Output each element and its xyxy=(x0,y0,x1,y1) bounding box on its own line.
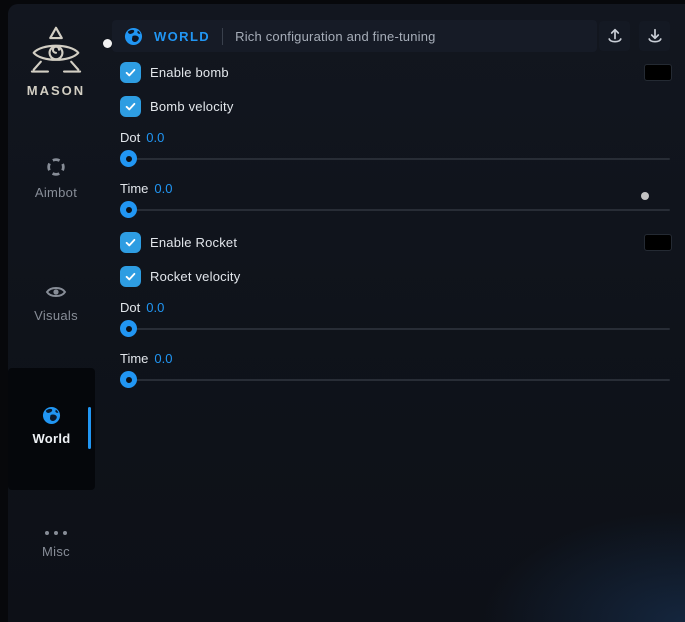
sidebar-item-visuals[interactable]: Visuals xyxy=(8,283,104,323)
setting-slider-rocket-dot: Dot 0.0 xyxy=(120,299,672,337)
eye-icon xyxy=(45,283,67,301)
logo-text: MASON xyxy=(27,83,85,98)
crosshair-icon xyxy=(45,156,67,178)
sidebar-item-world-content: World xyxy=(8,406,95,446)
globe-icon xyxy=(124,27,143,46)
setting-slider-rocket-time: Time 0.0 xyxy=(120,350,672,388)
ellipsis-icon xyxy=(45,529,67,537)
checkbox-label: Rocket velocity xyxy=(150,269,240,284)
slider-handle[interactable] xyxy=(120,150,137,167)
slider-value: 0.0 xyxy=(146,130,164,145)
app-window: MASON Aimbot Visuals xyxy=(0,0,685,622)
menu-window: MASON Aimbot Visuals xyxy=(8,4,685,622)
slider-track[interactable] xyxy=(120,371,670,388)
globe-icon xyxy=(42,406,61,425)
slider-handle[interactable] xyxy=(120,371,137,388)
setting-row-enable-bomb: Enable bomb xyxy=(120,61,672,83)
sidebar-item-label: World xyxy=(32,431,70,446)
cursor-dot-gray xyxy=(641,192,649,200)
app-logo: MASON xyxy=(8,26,104,98)
bomb-color-swatch[interactable] xyxy=(644,64,672,81)
slider-handle[interactable] xyxy=(120,320,137,337)
slider-label: Time xyxy=(120,181,148,196)
masonic-eye-pyramid-icon xyxy=(27,26,85,76)
active-tab-indicator xyxy=(88,407,91,449)
download-icon xyxy=(646,27,664,45)
check-icon xyxy=(124,270,137,283)
slider-label: Time xyxy=(120,351,148,366)
rocket-velocity-checkbox[interactable] xyxy=(120,266,141,287)
upload-config-button[interactable] xyxy=(599,21,630,51)
setting-row-enable-rocket: Enable Rocket xyxy=(120,231,672,253)
setting-slider-bomb-time: Time 0.0 xyxy=(120,180,672,218)
slider-label: Dot xyxy=(120,130,140,145)
slider-track[interactable] xyxy=(120,150,670,167)
bomb-velocity-checkbox[interactable] xyxy=(120,96,141,117)
sidebar: MASON Aimbot Visuals xyxy=(8,4,104,622)
page-subtitle: Rich configuration and fine-tuning xyxy=(235,29,435,44)
enable-rocket-checkbox[interactable] xyxy=(120,232,141,253)
download-config-button[interactable] xyxy=(639,21,670,51)
sidebar-item-world[interactable]: World xyxy=(8,368,95,490)
background-glow xyxy=(465,502,685,622)
setting-row-bomb-velocity: Bomb velocity xyxy=(120,95,672,117)
check-icon xyxy=(124,100,137,113)
setting-row-rocket-velocity: Rocket velocity xyxy=(120,265,672,287)
sidebar-item-label: Misc xyxy=(42,544,70,559)
check-icon xyxy=(124,66,137,79)
enable-bomb-checkbox[interactable] xyxy=(120,62,141,83)
slider-label: Dot xyxy=(120,300,140,315)
upload-icon xyxy=(606,27,624,45)
sidebar-item-label: Visuals xyxy=(34,308,78,323)
slider-value: 0.0 xyxy=(154,181,172,196)
check-icon xyxy=(124,236,137,249)
slider-value: 0.0 xyxy=(146,300,164,315)
header-divider xyxy=(222,28,223,45)
slider-handle[interactable] xyxy=(120,201,137,218)
checkbox-label: Enable bomb xyxy=(150,65,229,80)
page-title: WORLD xyxy=(154,29,210,44)
sidebar-item-aimbot[interactable]: Aimbot xyxy=(8,156,104,200)
setting-slider-bomb-dot: Dot 0.0 xyxy=(120,129,672,167)
slider-value: 0.0 xyxy=(154,351,172,366)
settings-panel: Enable bomb Bomb velocity Dot 0.0 xyxy=(120,61,672,401)
checkbox-label: Enable Rocket xyxy=(150,235,237,250)
sidebar-item-label: Aimbot xyxy=(35,185,77,200)
slider-track[interactable] xyxy=(120,201,670,218)
slider-track[interactable] xyxy=(120,320,670,337)
sidebar-item-misc[interactable]: Misc xyxy=(8,529,104,559)
rocket-color-swatch[interactable] xyxy=(644,234,672,251)
page-header: WORLD Rich configuration and fine-tuning xyxy=(112,20,597,52)
cursor-dot-white xyxy=(103,39,112,48)
checkbox-label: Bomb velocity xyxy=(150,99,234,114)
